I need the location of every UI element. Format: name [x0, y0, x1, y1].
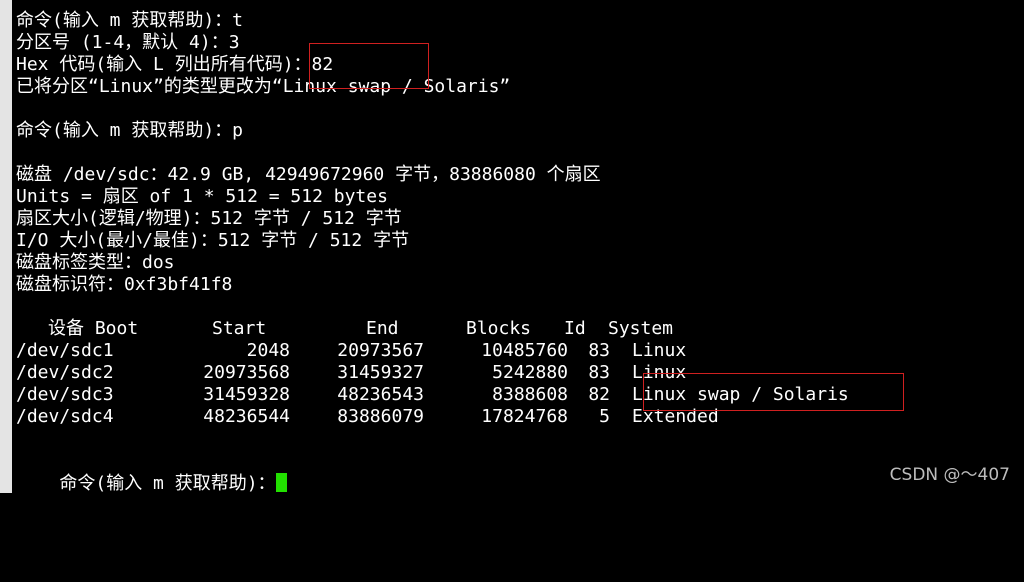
final-prompt-text: 命令(输入 m 获取帮助)：: [59, 473, 276, 494]
cell-blocks: 10485760: [481, 340, 568, 361]
cell-blocks: 5242880: [492, 362, 568, 383]
cell-id: 83: [588, 340, 610, 361]
disk-identifier-line: 磁盘标识符：0xf3bf41f8: [16, 274, 233, 295]
cell-blocks: 8388608: [492, 384, 568, 405]
cell-id: 83: [588, 362, 610, 383]
cell-blocks: 17824768: [481, 406, 568, 427]
cell-device: /dev/sdc2: [16, 362, 114, 383]
prompt-line-type-command: 命令(输入 m 获取帮助)：t: [16, 10, 244, 31]
cell-end: 83886079: [337, 406, 424, 427]
header-end: End: [366, 318, 399, 339]
cell-end: 48236543: [337, 384, 424, 405]
cell-system: Linux: [632, 340, 687, 361]
cell-end: 31459327: [337, 362, 424, 383]
partition-table-header: 设备 Boot Start End Blocks Id System: [16, 318, 1016, 340]
hex-code-line: Hex 代码(输入 L 列出所有代码)：82: [16, 54, 334, 75]
cell-device: /dev/sdc4: [16, 406, 114, 427]
csdn-watermark: CSDN @～407: [889, 465, 1010, 485]
disk-size-line: 磁盘 /dev/sdc：42.9 GB, 42949672960 字节，8388…: [16, 164, 601, 185]
highlight-box-hex-code: [309, 43, 429, 89]
final-prompt-line[interactable]: 命令(输入 m 获取帮助)：: [16, 451, 287, 494]
highlight-box-linux-swap: [643, 373, 904, 411]
terminal-output[interactable]: 命令(输入 m 获取帮助)：t 分区号 (1-4，默认 4)：3 Hex 代码(…: [16, 10, 1016, 494]
header-blocks: Blocks: [466, 318, 532, 339]
disk-label-type-line: 磁盘标签类型：dos: [16, 252, 175, 273]
header-system: System: [608, 318, 674, 339]
table-row: /dev/sdc1 2048 20973567 10485760 83 Linu…: [16, 340, 1016, 362]
io-size-line: I/O 大小(最小/最佳)：512 字节 / 512 字节: [16, 230, 410, 251]
window-left-edge: [0, 0, 12, 493]
cell-device: /dev/sdc3: [16, 384, 114, 405]
partition-number-line: 分区号 (1-4，默认 4)：3: [16, 32, 240, 53]
header-start: Start: [212, 318, 267, 339]
cell-start: 31459328: [203, 384, 290, 405]
cell-start: 20973568: [203, 362, 290, 383]
sector-size-line: 扇区大小(逻辑/物理)：512 字节 / 512 字节: [16, 208, 402, 229]
header-id: Id: [564, 318, 586, 339]
cell-start: 2048: [246, 340, 290, 361]
cell-device: /dev/sdc1: [16, 340, 114, 361]
cell-id: 5: [599, 406, 610, 427]
header-device-boot: 设备 Boot: [48, 318, 139, 339]
cell-end: 20973567: [337, 340, 424, 361]
type-changed-message: 已将分区“Linux”的类型更改为“Linux swap / Solaris”: [16, 76, 511, 97]
prompt-line-print-command: 命令(输入 m 获取帮助)：p: [16, 120, 244, 141]
terminal-cursor: [275, 473, 287, 492]
cell-start: 48236544: [203, 406, 290, 427]
cell-id: 82: [588, 384, 610, 405]
units-line: Units = 扇区 of 1 * 512 = 512 bytes: [16, 186, 388, 207]
